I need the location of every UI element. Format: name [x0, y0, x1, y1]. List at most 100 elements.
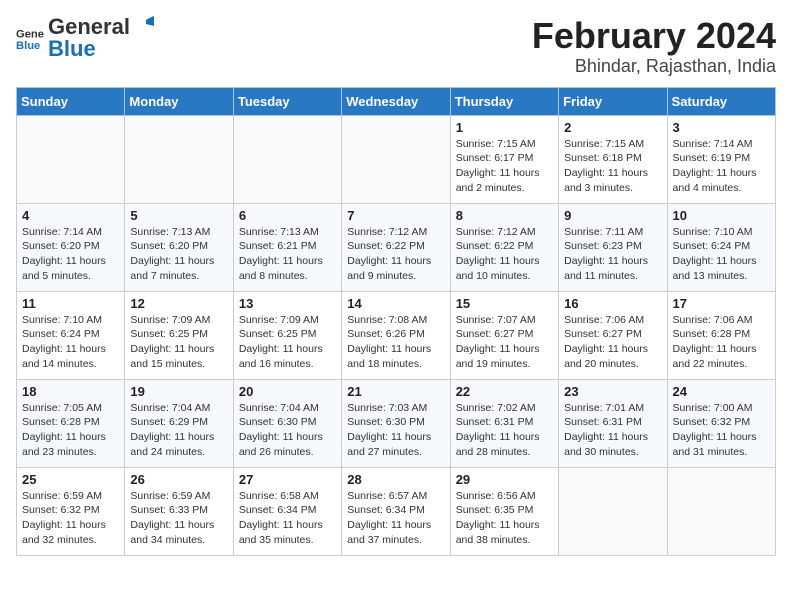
day-header-sunday: Sunday	[17, 87, 125, 115]
day-number: 8	[456, 208, 553, 223]
day-number: 6	[239, 208, 336, 223]
day-number: 1	[456, 120, 553, 135]
day-info: Sunrise: 7:12 AMSunset: 6:22 PMDaylight:…	[347, 225, 444, 284]
calendar-day-cell: 5 Sunrise: 7:13 AMSunset: 6:20 PMDaylight…	[125, 203, 233, 291]
day-number: 7	[347, 208, 444, 223]
day-info: Sunrise: 7:09 AMSunset: 6:25 PMDaylight:…	[130, 313, 227, 372]
day-number: 29	[456, 472, 553, 487]
day-info: Sunrise: 7:03 AMSunset: 6:30 PMDaylight:…	[347, 401, 444, 460]
calendar-day-cell	[559, 467, 667, 555]
calendar-day-cell: 24 Sunrise: 7:00 AMSunset: 6:32 PMDayligh…	[667, 379, 775, 467]
day-header-tuesday: Tuesday	[233, 87, 341, 115]
calendar-week-row: 18 Sunrise: 7:05 AMSunset: 6:28 PMDayligh…	[17, 379, 776, 467]
day-header-saturday: Saturday	[667, 87, 775, 115]
day-header-wednesday: Wednesday	[342, 87, 450, 115]
calendar-day-cell: 18 Sunrise: 7:05 AMSunset: 6:28 PMDayligh…	[17, 379, 125, 467]
day-info: Sunrise: 6:58 AMSunset: 6:34 PMDaylight:…	[239, 489, 336, 548]
title-block: February 2024 Bhindar, Rajasthan, India	[532, 16, 776, 77]
calendar-day-cell: 27 Sunrise: 6:58 AMSunset: 6:34 PMDayligh…	[233, 467, 341, 555]
logo-text-general: General	[48, 16, 130, 38]
day-number: 24	[673, 384, 770, 399]
logo-icon: General Blue	[16, 25, 44, 53]
day-header-monday: Monday	[125, 87, 233, 115]
day-number: 14	[347, 296, 444, 311]
day-number: 27	[239, 472, 336, 487]
day-info: Sunrise: 7:01 AMSunset: 6:31 PMDaylight:…	[564, 401, 661, 460]
svg-text:Blue: Blue	[16, 39, 40, 51]
calendar-week-row: 4Sunrise: 7:14 AMSunset: 6:20 PMDaylight…	[17, 203, 776, 291]
day-number: 26	[130, 472, 227, 487]
day-info: Sunrise: 7:14 AMSunset: 6:19 PMDaylight:…	[673, 137, 770, 196]
calendar-day-cell: 7 Sunrise: 7:12 AMSunset: 6:22 PMDaylight…	[342, 203, 450, 291]
logo: General Blue General Blue	[16, 16, 154, 61]
day-info: Sunrise: 7:06 AMSunset: 6:27 PMDaylight:…	[564, 313, 661, 372]
day-number: 17	[673, 296, 770, 311]
day-info: Sunrise: 7:07 AMSunset: 6:27 PMDaylight:…	[456, 313, 553, 372]
calendar-day-cell: 1 Sunrise: 7:15 AMSunset: 6:17 PMDaylight…	[450, 115, 558, 203]
day-header-thursday: Thursday	[450, 87, 558, 115]
day-info: Sunrise: 7:11 AMSunset: 6:23 PMDaylight:…	[564, 225, 661, 284]
calendar-day-cell: 26 Sunrise: 6:59 AMSunset: 6:33 PMDayligh…	[125, 467, 233, 555]
calendar-header-row: SundayMondayTuesdayWednesdayThursdayFrid…	[17, 87, 776, 115]
calendar-table: SundayMondayTuesdayWednesdayThursdayFrid…	[16, 87, 776, 556]
calendar-week-row: 11Sunrise: 7:10 AMSunset: 6:24 PMDayligh…	[17, 291, 776, 379]
logo-bird-icon	[132, 16, 154, 38]
calendar-day-cell: 17 Sunrise: 7:06 AMSunset: 6:28 PMDayligh…	[667, 291, 775, 379]
calendar-day-cell: 14Sunrise: 7:08 AMSunset: 6:26 PMDayligh…	[342, 291, 450, 379]
calendar-day-cell	[667, 467, 775, 555]
day-info: Sunrise: 7:13 AMSunset: 6:20 PMDaylight:…	[130, 225, 227, 284]
calendar-subtitle: Bhindar, Rajasthan, India	[532, 56, 776, 77]
calendar-day-cell: 25Sunrise: 6:59 AMSunset: 6:32 PMDayligh…	[17, 467, 125, 555]
day-number: 10	[673, 208, 770, 223]
logo-text-blue: Blue	[48, 36, 96, 61]
day-info: Sunrise: 7:02 AMSunset: 6:31 PMDaylight:…	[456, 401, 553, 460]
day-number: 12	[130, 296, 227, 311]
day-info: Sunrise: 6:56 AMSunset: 6:35 PMDaylight:…	[456, 489, 553, 548]
calendar-day-cell: 10 Sunrise: 7:10 AMSunset: 6:24 PMDayligh…	[667, 203, 775, 291]
calendar-day-cell: 3 Sunrise: 7:14 AMSunset: 6:19 PMDaylight…	[667, 115, 775, 203]
calendar-day-cell: 28 Sunrise: 6:57 AMSunset: 6:34 PMDayligh…	[342, 467, 450, 555]
day-header-friday: Friday	[559, 87, 667, 115]
calendar-day-cell: 13 Sunrise: 7:09 AMSunset: 6:25 PMDayligh…	[233, 291, 341, 379]
day-info: Sunrise: 7:14 AMSunset: 6:20 PMDaylight:…	[22, 225, 119, 284]
day-number: 20	[239, 384, 336, 399]
calendar-day-cell: 20Sunrise: 7:04 AMSunset: 6:30 PMDayligh…	[233, 379, 341, 467]
calendar-title: February 2024	[532, 16, 776, 56]
calendar-day-cell: 21Sunrise: 7:03 AMSunset: 6:30 PMDayligh…	[342, 379, 450, 467]
calendar-day-cell: 15 Sunrise: 7:07 AMSunset: 6:27 PMDayligh…	[450, 291, 558, 379]
day-number: 18	[22, 384, 119, 399]
day-number: 5	[130, 208, 227, 223]
day-number: 28	[347, 472, 444, 487]
day-info: Sunrise: 7:10 AMSunset: 6:24 PMDaylight:…	[22, 313, 119, 372]
calendar-day-cell: 12 Sunrise: 7:09 AMSunset: 6:25 PMDayligh…	[125, 291, 233, 379]
calendar-week-row: 1 Sunrise: 7:15 AMSunset: 6:17 PMDaylight…	[17, 115, 776, 203]
day-info: Sunrise: 7:06 AMSunset: 6:28 PMDaylight:…	[673, 313, 770, 372]
calendar-day-cell: 29 Sunrise: 6:56 AMSunset: 6:35 PMDayligh…	[450, 467, 558, 555]
day-info: Sunrise: 7:05 AMSunset: 6:28 PMDaylight:…	[22, 401, 119, 460]
day-number: 25	[22, 472, 119, 487]
day-info: Sunrise: 7:15 AMSunset: 6:17 PMDaylight:…	[456, 137, 553, 196]
calendar-week-row: 25Sunrise: 6:59 AMSunset: 6:32 PMDayligh…	[17, 467, 776, 555]
calendar-day-cell	[17, 115, 125, 203]
svg-text:General: General	[16, 28, 44, 40]
calendar-day-cell: 19Sunrise: 7:04 AMSunset: 6:29 PMDayligh…	[125, 379, 233, 467]
calendar-day-cell	[125, 115, 233, 203]
day-info: Sunrise: 7:10 AMSunset: 6:24 PMDaylight:…	[673, 225, 770, 284]
calendar-day-cell: 16Sunrise: 7:06 AMSunset: 6:27 PMDayligh…	[559, 291, 667, 379]
day-info: Sunrise: 7:00 AMSunset: 6:32 PMDaylight:…	[673, 401, 770, 460]
day-info: Sunrise: 6:59 AMSunset: 6:33 PMDaylight:…	[130, 489, 227, 548]
calendar-day-cell: 8Sunrise: 7:12 AMSunset: 6:22 PMDaylight…	[450, 203, 558, 291]
day-number: 15	[456, 296, 553, 311]
day-number: 3	[673, 120, 770, 135]
day-info: Sunrise: 7:09 AMSunset: 6:25 PMDaylight:…	[239, 313, 336, 372]
day-info: Sunrise: 7:15 AMSunset: 6:18 PMDaylight:…	[564, 137, 661, 196]
day-info: Sunrise: 7:04 AMSunset: 6:29 PMDaylight:…	[130, 401, 227, 460]
day-number: 13	[239, 296, 336, 311]
calendar-day-cell: 6Sunrise: 7:13 AMSunset: 6:21 PMDaylight…	[233, 203, 341, 291]
day-info: Sunrise: 6:57 AMSunset: 6:34 PMDaylight:…	[347, 489, 444, 548]
calendar-day-cell: 22Sunrise: 7:02 AMSunset: 6:31 PMDayligh…	[450, 379, 558, 467]
calendar-day-cell: 2Sunrise: 7:15 AMSunset: 6:18 PMDaylight…	[559, 115, 667, 203]
calendar-day-cell: 4Sunrise: 7:14 AMSunset: 6:20 PMDaylight…	[17, 203, 125, 291]
calendar-day-cell: 23 Sunrise: 7:01 AMSunset: 6:31 PMDayligh…	[559, 379, 667, 467]
day-number: 23	[564, 384, 661, 399]
